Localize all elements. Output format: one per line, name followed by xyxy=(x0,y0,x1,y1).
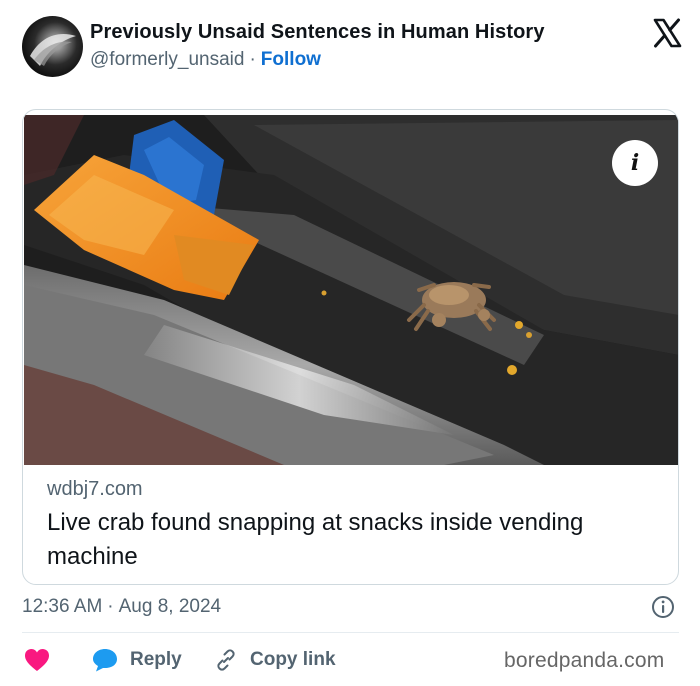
follow-button[interactable]: Follow xyxy=(261,49,321,70)
info-icon: i xyxy=(630,150,640,176)
divider xyxy=(22,632,679,633)
avatar[interactable] xyxy=(22,16,83,77)
watermark: boredpanda.com xyxy=(504,649,665,672)
image-info-button[interactable]: i xyxy=(612,140,658,186)
reply-label: Reply xyxy=(130,649,182,670)
info-circle-icon[interactable] xyxy=(651,595,675,619)
account-name[interactable]: Previously Unsaid Sentences in Human His… xyxy=(90,21,545,44)
copy-link-label: Copy link xyxy=(250,649,336,670)
reply-button[interactable]: Reply xyxy=(92,646,182,674)
tweet-date: Aug 8, 2024 xyxy=(118,596,222,617)
account-handle[interactable]: @formerly_unsaid xyxy=(90,49,244,70)
tweet-header: Previously Unsaid Sentences in Human His… xyxy=(22,16,682,78)
card-title[interactable]: Live crab found snapping at snacks insid… xyxy=(47,506,647,574)
x-logo-icon[interactable] xyxy=(652,18,682,48)
link-icon xyxy=(217,649,235,671)
article-image[interactable]: i xyxy=(24,115,678,465)
reply-bubble-icon xyxy=(93,649,117,672)
tweet-time: 12:36 AM xyxy=(22,596,103,617)
handle-separator: · xyxy=(249,49,256,70)
handle-row: @formerly_unsaid · Follow xyxy=(90,49,321,71)
timestamp-separator: · xyxy=(107,596,114,617)
copy-link-button[interactable]: Copy link xyxy=(214,646,336,674)
card-domain: wdbj7.com xyxy=(47,478,143,500)
action-bar: Reply Copy link boredpanda.com xyxy=(22,644,682,674)
heart-icon[interactable] xyxy=(24,648,50,672)
link-preview-card[interactable]: i wdbj7.com Live crab found snapping at … xyxy=(22,109,679,585)
tweet-timestamp[interactable]: 12:36 AM · Aug 8, 2024 xyxy=(22,596,221,618)
